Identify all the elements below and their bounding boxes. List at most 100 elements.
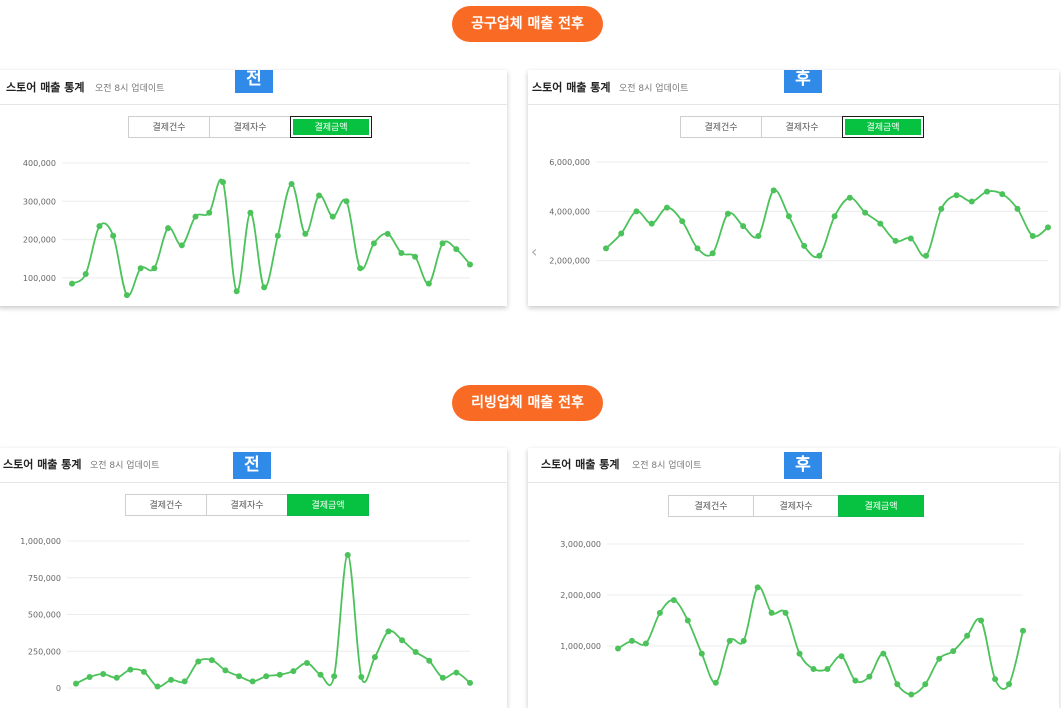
data-point [838,653,845,660]
data-point [154,683,161,690]
data-point [724,210,731,217]
data-point [233,288,240,295]
series-line [605,189,1049,259]
data-point [140,668,147,675]
sales-stats-panel-tools-before: 스토어 매출 통계 오전 8시 업데이트 전 결제건수 결제자수 결제금액 10… [0,70,507,306]
y-tick-label: 500,000 [28,611,61,620]
data-point [694,245,701,252]
data-point [317,671,324,678]
data-point [96,223,103,230]
data-point [740,223,747,230]
sales-stats-panel-living-after: 스토어 매출 통계 오전 8시 업데이트 후 결제건수 결제자수 결제금액 1,… [528,448,1059,708]
data-point [796,650,803,657]
data-point [648,220,655,227]
data-point [263,673,270,680]
data-point [181,678,188,685]
data-point [698,650,705,657]
data-point [274,232,281,239]
section-badge-tools: 공구업체 매출 전후 [452,6,603,42]
data-point [127,666,134,673]
line-chart: 2,000,000 4,000,000 6,000,000 [549,158,1051,266]
data-point [316,192,323,199]
data-point [923,252,930,259]
data-point [384,230,391,237]
data-point [208,657,215,664]
data-point [343,198,350,205]
data-point [992,676,999,683]
data-point [195,658,202,665]
data-point [755,233,762,239]
y-tick-label: 2,000,000 [560,591,601,600]
data-point [670,597,677,604]
data-point [768,609,775,616]
data-point [371,654,378,661]
data-point [938,205,945,212]
data-point [151,265,158,272]
data-point [219,179,226,186]
data-point [852,677,859,684]
data-point [831,213,838,220]
data-point [663,204,670,211]
data-point [137,265,144,272]
data-point [633,208,640,215]
line-chart: 100,000 200,000 300,000 400,000 [23,159,473,299]
data-point [642,640,649,647]
data-point [894,681,901,688]
data-point [999,191,1006,198]
y-tick-label: 250,000 [28,647,61,656]
data-point [192,213,199,220]
data-point [679,218,686,225]
data-point [165,225,172,232]
data-point [603,245,609,252]
data-point [1014,205,1021,212]
data-point [907,235,914,242]
data-point [344,551,351,558]
y-tick-label: 1,000,000 [20,537,61,546]
data-point [370,240,377,247]
data-point [439,674,446,681]
data-point [357,265,364,272]
data-point [618,230,625,237]
data-point [1029,233,1036,239]
data-point [950,648,957,655]
series-line [617,586,1024,696]
data-point [247,209,254,216]
data-point [922,681,929,688]
data-point [331,673,338,680]
y-tick-label: 1,000,000 [560,642,601,651]
section-badge-living: 리빙업체 매출 전후 [452,385,603,421]
data-point [290,668,297,675]
data-point [1006,681,1013,688]
y-tick-label: 200,000 [23,236,56,245]
data-point [615,645,621,652]
data-point [358,673,365,680]
data-point [69,280,75,287]
data-point [302,230,309,237]
data-point [801,242,808,249]
data-point [412,253,419,260]
data-point [866,673,873,680]
data-point [399,637,406,644]
y-tick-label: 750,000 [28,574,61,583]
data-point [261,284,268,291]
data-point [984,188,991,195]
data-point [276,671,283,678]
data-point [880,650,887,657]
data-point [862,209,869,216]
data-point [782,609,789,616]
data-point [816,252,823,259]
data-point [1045,224,1051,231]
series-line [75,554,471,688]
y-tick-label: 3,000,000 [560,540,601,549]
data-point [709,250,716,257]
line-chart: 1,000,000 2,000,000 3,000,000 [560,540,1026,698]
sales-stats-panel-living-before: 스토어 매출 통계 오전 8시 업데이트 전 결제건수 결제자수 결제금액 02… [0,448,507,708]
data-point [846,194,853,201]
data-point [770,187,777,194]
data-point [964,632,971,639]
data-point [412,648,419,655]
data-point [467,679,473,686]
data-point [968,198,975,205]
data-point [82,271,89,278]
data-point [684,617,691,624]
